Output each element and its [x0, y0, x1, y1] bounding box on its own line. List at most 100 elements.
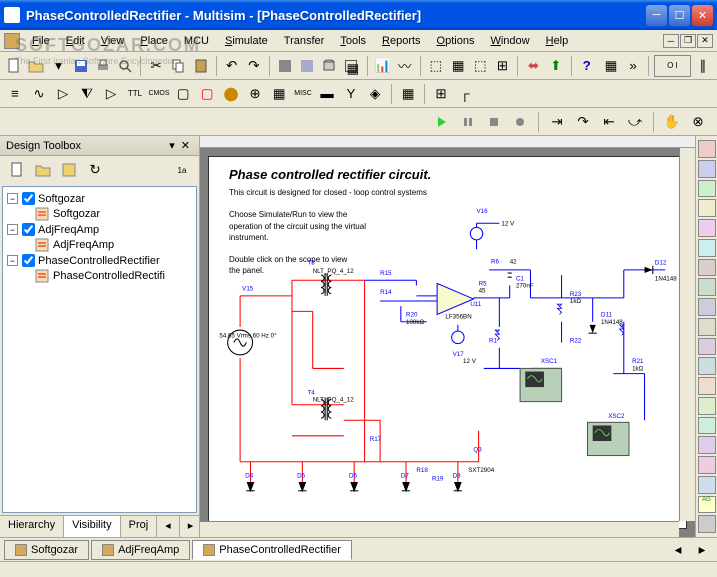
break2-button[interactable]: ⊗ — [687, 111, 709, 133]
tb-btn-7[interactable]: ⬚ — [426, 55, 446, 77]
doctab-scroll-right[interactable]: ▸ — [691, 539, 713, 561]
hier-icon[interactable]: ⊞ — [430, 83, 452, 105]
pause-sim-button[interactable]: ∥ — [693, 55, 713, 77]
instrument-iv[interactable] — [698, 338, 716, 356]
sb-open[interactable] — [32, 159, 54, 181]
tb-btn-5[interactable]: 📊 — [372, 55, 392, 77]
mdi-document-icon[interactable] — [4, 33, 20, 49]
misc2-icon[interactable]: ▢ — [196, 83, 218, 105]
tb-btn-4[interactable]: ▦ — [341, 55, 361, 77]
ttl-icon[interactable]: TTL — [124, 83, 146, 105]
close-button[interactable]: ✕ — [692, 5, 713, 26]
mdi-restore[interactable]: ❐ — [680, 34, 696, 48]
tb-btn-8[interactable]: ▦ — [448, 55, 468, 77]
mcu-icon[interactable]: ▦ — [397, 83, 419, 105]
tree-item-softgozar[interactable]: − Softgozar — [7, 191, 192, 206]
redo-button[interactable]: ↷ — [244, 55, 264, 77]
rf-icon[interactable]: ▬ — [316, 83, 338, 105]
tree-item-adjfreqamp[interactable]: − AdjFreqAmp — [7, 222, 192, 237]
maximize-button[interactable]: ☐ — [669, 5, 690, 26]
doc-tab-phasecontrolledrectifier[interactable]: PhaseControlledRectifier — [192, 540, 352, 560]
tb-btn-9[interactable]: ⬚ — [470, 55, 490, 77]
misc-icon[interactable]: MISC — [292, 83, 314, 105]
pause-button[interactable] — [457, 111, 479, 133]
instrument-net[interactable] — [698, 397, 716, 415]
instrument-wattmeter[interactable] — [698, 180, 716, 198]
tree-check[interactable] — [22, 223, 35, 236]
step-in-button[interactable]: ⇥ — [546, 111, 568, 133]
mdi-minimize[interactable]: ─ — [663, 34, 679, 48]
tab-hierarchy[interactable]: Hierarchy — [0, 516, 64, 537]
bus-icon[interactable]: ┌ — [454, 83, 476, 105]
design-tree[interactable]: − Softgozar Softgozar − AdjFreqAmp AdjFr… — [2, 186, 197, 513]
diode-icon[interactable]: ▷ — [52, 83, 74, 105]
tree-item-phasecontrolledrectifier[interactable]: − PhaseControlledRectifier — [7, 253, 192, 268]
vertical-scrollbar[interactable] — [679, 148, 695, 521]
run-button[interactable] — [431, 111, 453, 133]
tree-collapse-icon[interactable]: − — [7, 255, 18, 266]
tree-child-softgozar[interactable]: Softgozar — [35, 206, 192, 222]
paste-button[interactable] — [190, 55, 210, 77]
tb-right-2[interactable]: » — [623, 55, 643, 77]
menu-help[interactable]: Help — [538, 32, 577, 50]
record-button[interactable] — [509, 111, 531, 133]
horizontal-scrollbar[interactable] — [200, 521, 679, 537]
tree-child-adjfreqamp[interactable]: AdjFreqAmp — [35, 237, 192, 253]
tree-collapse-icon[interactable]: − — [7, 224, 18, 235]
instrument-agilent-scope[interactable] — [698, 456, 716, 474]
instrument-multimeter[interactable] — [698, 140, 716, 158]
db-button[interactable] — [319, 55, 339, 77]
opamp-icon[interactable]: ▷ — [100, 83, 122, 105]
tb-btn-1[interactable] — [275, 55, 295, 77]
sidebar-pin[interactable]: ▾ — [166, 139, 178, 152]
tree-check[interactable] — [22, 192, 35, 205]
instrument-bode[interactable] — [698, 239, 716, 257]
tree-collapse-icon[interactable]: − — [7, 193, 18, 204]
sidebar-close[interactable]: ✕ — [178, 139, 193, 152]
print-button[interactable] — [93, 55, 113, 77]
tab-scroll-right[interactable]: ▸ — [180, 516, 203, 537]
instrument-wordgen[interactable] — [698, 278, 716, 296]
canvas-area[interactable]: Phase controlled rectifier circuit. This… — [200, 148, 695, 537]
tb-btn-11[interactable]: ⬌ — [523, 55, 543, 77]
menu-edit[interactable]: Edit — [58, 32, 93, 50]
cmos-icon[interactable]: CMOS — [148, 83, 170, 105]
step-over-button[interactable]: ↷ — [572, 111, 594, 133]
menu-options[interactable]: Options — [429, 32, 483, 50]
instrument-logic[interactable] — [698, 298, 716, 316]
cut-button[interactable]: ✂ — [146, 55, 166, 77]
doc-tab-adjfreqamp[interactable]: AdjFreqAmp — [91, 540, 190, 560]
open-button[interactable] — [26, 55, 46, 77]
menu-file[interactable]: File — [24, 32, 58, 50]
instrument-probe[interactable] — [698, 515, 716, 533]
tb-btn-10[interactable]: ⊞ — [492, 55, 512, 77]
tb-right-1[interactable]: ▦ — [601, 55, 621, 77]
tb-btn-6[interactable]: 〰 — [395, 55, 415, 77]
instrument-freq[interactable] — [698, 259, 716, 277]
sb-refresh[interactable]: ↻ — [84, 159, 106, 181]
schematic-canvas[interactable]: Phase controlled rectifier circuit. This… — [208, 156, 687, 529]
menu-mcu[interactable]: MCU — [176, 32, 217, 50]
preview-button[interactable] — [115, 55, 135, 77]
instrument-funcgen[interactable] — [698, 160, 716, 178]
tree-check[interactable] — [22, 254, 35, 267]
sb-save[interactable] — [58, 159, 80, 181]
mdi-close[interactable]: ✕ — [697, 34, 713, 48]
instrument-spec[interactable] — [698, 377, 716, 395]
menu-window[interactable]: Window — [482, 32, 537, 50]
copy-button[interactable] — [168, 55, 188, 77]
ground-icon[interactable]: ≡ — [4, 83, 26, 105]
menu-reports[interactable]: Reports — [374, 32, 429, 50]
resistor-icon[interactable]: ∿ — [28, 83, 50, 105]
simulate-toggle[interactable]: O I — [654, 55, 691, 77]
instrument-labview[interactable]: AG — [698, 496, 716, 514]
misc5-icon[interactable]: ◈ — [364, 83, 386, 105]
tab-project[interactable]: Proj — [121, 516, 158, 537]
arrow-button[interactable]: ▾ — [48, 55, 68, 77]
sb-filter[interactable]: 1a — [171, 159, 193, 181]
menu-transfer[interactable]: Transfer — [276, 32, 333, 50]
new-button[interactable] — [4, 55, 24, 77]
tb-btn-12[interactable]: ⬆ — [546, 55, 566, 77]
minimize-button[interactable]: ─ — [646, 5, 667, 26]
instrument-dist[interactable] — [698, 357, 716, 375]
